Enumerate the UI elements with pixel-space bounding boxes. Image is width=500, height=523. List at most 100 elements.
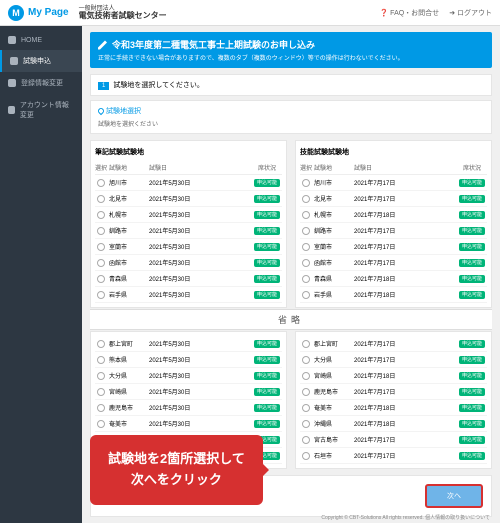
radio-icon[interactable]: [97, 179, 105, 187]
sidebar-item-home[interactable]: HOME: [0, 30, 82, 50]
radio-icon[interactable]: [302, 388, 310, 396]
radio-icon[interactable]: [302, 211, 310, 219]
radio-icon[interactable]: [97, 227, 105, 235]
cell-date: 2021年5月30日: [149, 290, 252, 299]
cell-date: 2021年5月30日: [149, 194, 252, 203]
radio-icon[interactable]: [302, 452, 310, 460]
status-badge: 申込可能: [254, 420, 280, 428]
status-badge: 申込可能: [459, 243, 485, 251]
radio-icon[interactable]: [302, 227, 310, 235]
cell-date: 2021年7月18日: [354, 419, 457, 428]
cell-date: 2021年7月18日: [354, 290, 457, 299]
table-row[interactable]: 宮崎県2021年5月30日申込可能: [95, 384, 282, 400]
status-badge: 申込可能: [459, 388, 485, 396]
next-button[interactable]: 次へ: [425, 484, 483, 508]
radio-icon[interactable]: [302, 356, 310, 364]
cell-location: 郡上宮町: [314, 339, 354, 348]
status-badge: 申込可能: [254, 291, 280, 299]
table-row[interactable]: 札幌市2021年5月30日申込可能: [95, 207, 282, 223]
table-row[interactable]: 熊本県2021年5月30日申込可能: [95, 352, 282, 368]
radio-icon[interactable]: [97, 259, 105, 267]
th-location: 試験地: [109, 163, 149, 172]
table-row[interactable]: 奄美市2021年7月18日申込可能: [300, 400, 487, 416]
table-row[interactable]: 旭川市2021年7月17日申込可能: [300, 175, 487, 191]
status-badge: 申込可能: [459, 404, 485, 412]
th-date: 試験日: [149, 163, 252, 172]
table-row[interactable]: 旭川市2021年5月30日申込可能: [95, 175, 282, 191]
table-row[interactable]: 郡上宮町2021年5月30日申込可能: [95, 336, 282, 352]
logout-link[interactable]: ➜ ログアウト: [449, 8, 492, 18]
cell-location: 青森県: [314, 274, 354, 283]
radio-icon[interactable]: [302, 436, 310, 444]
table-row[interactable]: 岩手県2021年5月30日申込可能: [95, 287, 282, 303]
cell-date: 2021年5月30日: [149, 371, 252, 380]
table-row[interactable]: 石垣市2021年7月17日申込可能: [300, 448, 487, 464]
table-row[interactable]: 札幌市2021年7月18日申込可能: [300, 207, 487, 223]
radio-icon[interactable]: [302, 404, 310, 412]
table-row[interactable]: 鹿児島市2021年7月17日申込可能: [300, 384, 487, 400]
page-banner: 令和3年度第二種電気工事士上期試験のお申し込み 正常に手続きできない場合がありま…: [90, 32, 492, 68]
radio-icon[interactable]: [97, 195, 105, 203]
table-row[interactable]: 大分県2021年5月30日申込可能: [95, 368, 282, 384]
status-badge: 申込可能: [459, 227, 485, 235]
table-row[interactable]: 青森県2021年5月30日申込可能: [95, 271, 282, 287]
sidebar-item-apply[interactable]: 試験申込: [0, 50, 82, 72]
radio-icon[interactable]: [302, 420, 310, 428]
table-row[interactable]: 宮崎県2021年7月18日申込可能: [300, 368, 487, 384]
table-row[interactable]: 鹿児島市2021年5月30日申込可能: [95, 400, 282, 416]
status-badge: 申込可能: [254, 340, 280, 348]
radio-icon[interactable]: [97, 420, 105, 428]
th-status: 席状況: [252, 163, 282, 172]
radio-icon[interactable]: [302, 259, 310, 267]
radio-icon[interactable]: [302, 243, 310, 251]
table-row[interactable]: 奄美市2021年5月30日申込可能: [95, 416, 282, 432]
radio-icon[interactable]: [302, 291, 310, 299]
status-badge: 申込可能: [254, 195, 280, 203]
sidebar-item-account[interactable]: アカウント情報変更: [0, 94, 82, 126]
radio-icon[interactable]: [97, 243, 105, 251]
table-row[interactable]: 室蘭市2021年5月30日申込可能: [95, 239, 282, 255]
table-row[interactable]: 青森県2021年7月18日申込可能: [300, 271, 487, 287]
sidebar-item-register[interactable]: 登録情報変更: [0, 72, 82, 94]
table-row[interactable]: 釧路市2021年5月30日申込可能: [95, 223, 282, 239]
radio-icon[interactable]: [302, 340, 310, 348]
radio-icon[interactable]: [97, 356, 105, 364]
table-row[interactable]: 北見市2021年5月30日申込可能: [95, 191, 282, 207]
cell-location: 大分県: [109, 371, 149, 380]
cell-date: 2021年7月17日: [354, 451, 457, 460]
cell-location: 熊本県: [109, 355, 149, 364]
table-row[interactable]: 宮古島市2021年7月17日申込可能: [300, 432, 487, 448]
th-select: 選択: [95, 163, 109, 172]
table-row[interactable]: 北見市2021年7月17日申込可能: [300, 191, 487, 207]
cell-date: 2021年7月18日: [354, 210, 457, 219]
radio-icon[interactable]: [302, 179, 310, 187]
banner-title: 令和3年度第二種電気工事士上期試験のお申し込み: [112, 38, 315, 51]
table-row[interactable]: 函館市2021年5月30日申込可能: [95, 255, 282, 271]
home-icon: [8, 36, 16, 44]
status-badge: 申込可能: [459, 420, 485, 428]
status-badge: 申込可能: [459, 211, 485, 219]
table-row[interactable]: 函館市2021年7月17日申込可能: [300, 255, 487, 271]
table-row[interactable]: 沖縄県2021年7月18日申込可能: [300, 416, 487, 432]
table-row[interactable]: 大分県2021年7月17日申込可能: [300, 352, 487, 368]
radio-icon[interactable]: [97, 388, 105, 396]
radio-icon[interactable]: [302, 372, 310, 380]
radio-icon[interactable]: [97, 372, 105, 380]
radio-icon[interactable]: [97, 340, 105, 348]
status-badge: 申込可能: [459, 356, 485, 364]
radio-icon[interactable]: [97, 291, 105, 299]
radio-icon[interactable]: [302, 275, 310, 283]
radio-icon[interactable]: [97, 404, 105, 412]
radio-icon[interactable]: [302, 195, 310, 203]
radio-icon[interactable]: [97, 211, 105, 219]
table-practical-body-2: 郡上宮町2021年7月17日申込可能大分県2021年7月17日申込可能宮崎県20…: [300, 336, 487, 464]
table-row[interactable]: 郡上宮町2021年7月17日申込可能: [300, 336, 487, 352]
cell-location: 奄美市: [109, 419, 149, 428]
faq-link[interactable]: ❓ FAQ・お問合せ: [380, 8, 440, 18]
table-row[interactable]: 室蘭市2021年7月17日申込可能: [300, 239, 487, 255]
cell-location: 札幌市: [109, 210, 149, 219]
radio-icon[interactable]: [97, 275, 105, 283]
table-row[interactable]: 岩手県2021年7月18日申込可能: [300, 287, 487, 303]
table-row[interactable]: 釧路市2021年7月17日申込可能: [300, 223, 487, 239]
step-number: 1: [98, 82, 109, 90]
